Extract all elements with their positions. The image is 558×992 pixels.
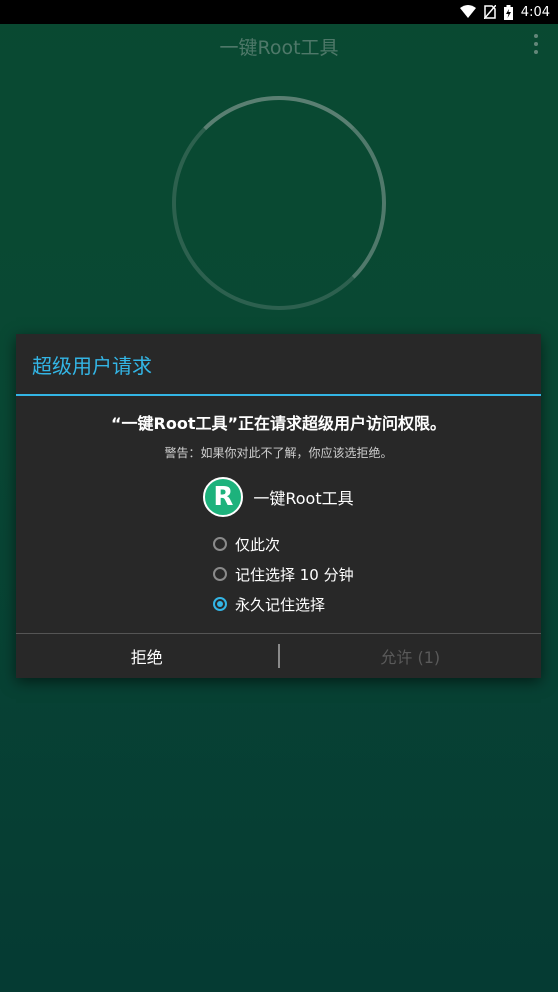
no-sim-icon <box>483 5 496 19</box>
dialog-footer: 拒绝 允许 (1) <box>16 633 541 678</box>
request-message: “一键Root工具”正在请求超级用户访问权限。 <box>111 414 446 433</box>
dialog-header: 超级用户请求 <box>16 334 541 396</box>
screen: 4:04 一键Root工具 超级用户请求 “一键Root工具”正在请求超级用户访… <box>0 0 558 992</box>
wifi-icon <box>459 5 476 19</box>
requesting-app: R 一键Root工具 <box>16 477 541 517</box>
superuser-request-dialog: 超级用户请求 “一键Root工具”正在请求超级用户访问权限。 警告：如果你对此不… <box>16 334 541 678</box>
warning-message: 警告：如果你对此不了解，你应该选拒绝。 <box>164 446 393 460</box>
allow-button[interactable]: 允许 (1) <box>280 634 542 678</box>
radio-button[interactable] <box>213 537 227 551</box>
status-time: 4:04 <box>520 4 550 20</box>
app-name: 一键Root工具 <box>253 489 354 508</box>
deny-button[interactable]: 拒绝 <box>16 634 278 678</box>
option-label: 仅此次 <box>235 535 281 554</box>
radio-button[interactable] <box>213 567 227 581</box>
dialog-body: “一键Root工具”正在请求超级用户访问权限。 警告：如果你对此不了解，你应该选… <box>16 410 541 619</box>
app-logo-icon: R <box>203 477 244 517</box>
option-label: 记住选择 10 分钟 <box>235 565 354 584</box>
remember-options: 仅此次 记住选择 10 分钟 永久记住选择 <box>213 529 541 619</box>
battery-charging-icon <box>503 4 513 20</box>
status-bar: 4:04 <box>0 0 558 24</box>
option-forever[interactable]: 永久记住选择 <box>213 589 541 619</box>
option-10-minutes[interactable]: 记住选择 10 分钟 <box>213 559 541 589</box>
option-once[interactable]: 仅此次 <box>213 529 541 559</box>
radio-button-checked[interactable] <box>213 597 227 611</box>
option-label: 永久记住选择 <box>235 595 326 614</box>
dialog-title: 超级用户请求 <box>32 353 152 378</box>
